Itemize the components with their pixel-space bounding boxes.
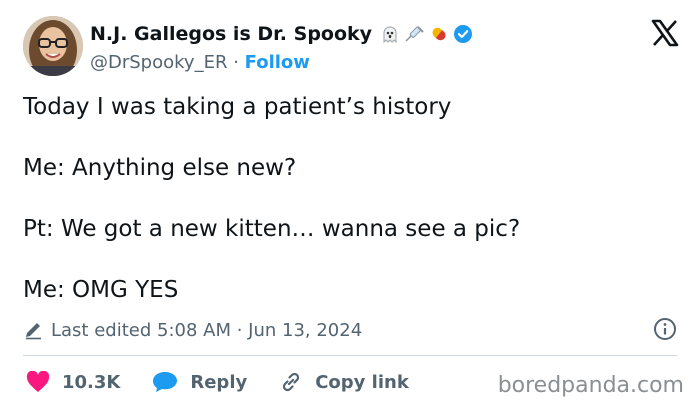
tweet-line: Today I was taking a patient’s history <box>23 94 452 120</box>
last-edited-timestamp[interactable]: Last edited 5:08 AM · Jun 13, 2024 <box>51 320 362 341</box>
reply-label: Reply <box>190 371 248 393</box>
x-logo-icon[interactable] <box>650 18 680 48</box>
heart-icon <box>26 371 50 392</box>
name-emojis <box>380 24 473 44</box>
action-bar: 10.3K Reply Copy link <box>26 368 441 396</box>
watermark: boredpanda.com <box>497 373 684 398</box>
ghost-icon <box>383 26 397 44</box>
divider <box>23 355 677 356</box>
author-names: N.J. Gallegos is Dr. Spooky @DrSpooky_ER… <box>90 22 473 73</box>
syringe-icon <box>405 26 424 42</box>
copy-link-button[interactable]: Copy link <box>279 370 409 394</box>
link-icon <box>283 372 300 392</box>
tweet-line: Me: Anything else new? <box>23 155 297 181</box>
copy-link-label: Copy link <box>315 371 409 393</box>
reply-bubble-icon <box>153 372 178 392</box>
like-count: 10.3K <box>62 371 121 393</box>
display-name[interactable]: N.J. Gallegos is Dr. Spooky <box>90 23 372 45</box>
tweet-header: N.J. Gallegos is Dr. Spooky @DrSpooky_ER… <box>23 15 682 77</box>
reply-button[interactable]: Reply <box>152 371 247 393</box>
handle-separator: · <box>233 52 239 73</box>
pencil-icon <box>26 323 41 340</box>
like-button[interactable]: 10.3K <box>26 371 120 393</box>
avatar[interactable] <box>23 16 83 76</box>
tweet-text: Today I was taking a patient’s history M… <box>23 92 520 336</box>
tweet-meta: Last edited 5:08 AM · Jun 13, 2024 <box>23 316 677 344</box>
follow-link[interactable]: Follow <box>245 52 310 73</box>
tweet-line: Pt: We got a new kitten… wanna see a pic… <box>23 216 521 242</box>
handle[interactable]: @DrSpooky_ER <box>90 52 227 73</box>
info-icon[interactable] <box>653 317 677 341</box>
handle-row: @DrSpooky_ER · Follow <box>90 52 473 73</box>
tweet-line: Me: OMG YES <box>23 277 179 303</box>
pill-icon <box>432 27 446 41</box>
verified-badge-icon <box>454 25 473 43</box>
